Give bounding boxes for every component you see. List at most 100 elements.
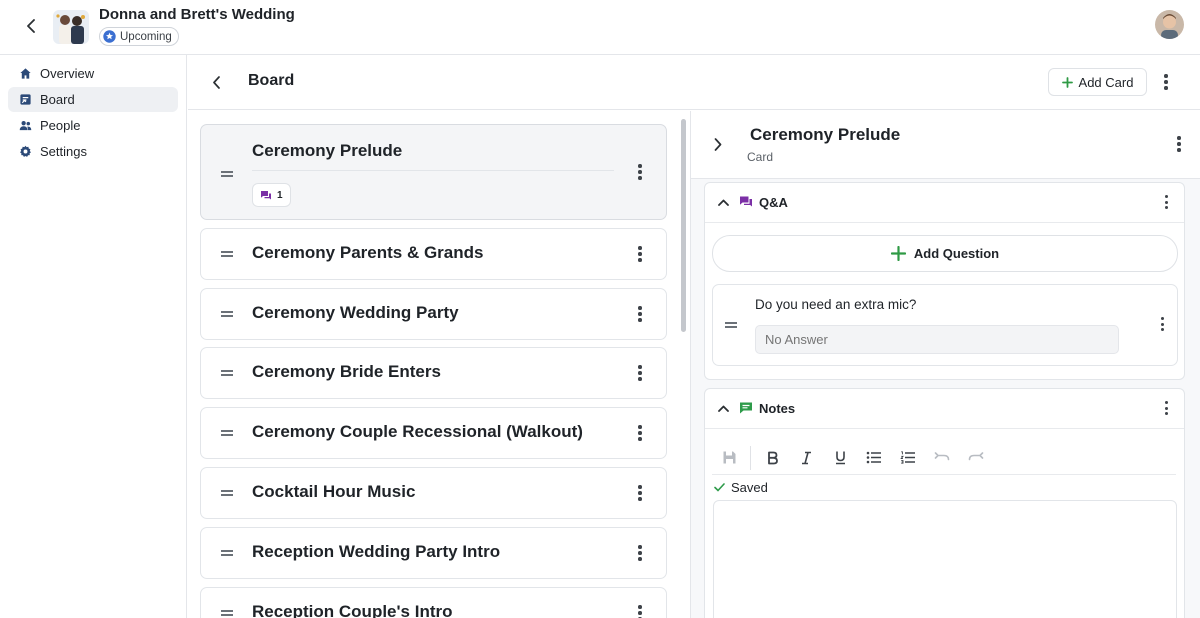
star-badge-icon [103,30,116,43]
numbered-list-icon [900,451,915,464]
chevron-up-icon [717,405,729,412]
card-ceremony-prelude[interactable]: Ceremony Prelude 1 [200,124,667,220]
save-button[interactable] [712,443,746,473]
qa-count: 1 [277,189,283,201]
sidebar: Overview Board People Settings [0,55,187,618]
event-title: Donna and Brett's Wedding [99,6,295,23]
notes-section-menu-button[interactable] [1160,399,1172,417]
add-question-label: Add Question [913,246,1000,261]
qa-section-menu-button[interactable] [1160,193,1172,211]
top-bar: Donna and Brett's Wedding Upcoming [0,0,1200,55]
drag-handle-icon[interactable] [221,490,233,496]
underline-button[interactable] [823,443,857,473]
italic-icon [801,451,811,464]
answer-input[interactable] [755,325,1119,354]
plus-icon [1061,76,1073,88]
people-icon [19,121,32,131]
sidebar-item-board[interactable]: Board [8,87,178,112]
gear-icon [20,145,31,157]
card-menu-button[interactable] [633,161,647,183]
add-card-button[interactable]: Add Card [1048,68,1147,96]
notes-section-title: Notes [759,401,796,416]
card-menu-button[interactable] [633,422,647,444]
card-title: Ceremony Couple Recessional (Walkout) [252,422,583,441]
sidebar-item-label: Board [40,92,75,107]
sidebar-item-label: Overview [40,66,95,81]
card-detail-panel: Ceremony Prelude Card Q&A Add Question D… [690,111,1200,618]
user-avatar[interactable] [1155,10,1184,39]
drag-handle-icon[interactable] [221,550,233,556]
card-title: Ceremony Bride Enters [252,362,441,381]
italic-button[interactable] [789,443,823,473]
undo-icon [934,452,950,461]
card-list: Ceremony Prelude 1 Ceremony Parents & Gr… [188,111,688,618]
drag-handle-icon[interactable] [221,610,233,616]
event-photo [53,10,89,44]
sidebar-item-overview[interactable]: Overview [8,61,178,86]
collapse-panel-button[interactable] [710,135,726,153]
panel-subtitle: Card [747,150,774,164]
card-title: Reception Wedding Party Intro [252,542,501,561]
card-reception-wedding-party-intro[interactable]: Reception Wedding Party Intro [200,527,667,579]
board-icon [20,94,31,105]
panel-menu-button[interactable] [1171,133,1187,155]
sidebar-item-settings[interactable]: Settings [8,139,178,164]
qa-section-header: Q&A [705,183,1184,223]
collapse-notes-button[interactable] [716,401,730,415]
notes-section: Notes Saved [704,388,1185,618]
card-menu-button[interactable] [633,303,647,325]
card-title: Ceremony Wedding Party [252,303,459,322]
card-ceremony-wedding-party[interactable]: Ceremony Wedding Party [200,288,667,340]
drag-handle-icon[interactable] [221,251,233,257]
board-back-button[interactable] [206,72,226,92]
notes-editor[interactable] [713,500,1177,618]
add-question-button[interactable]: Add Question [712,235,1178,272]
save-status: Saved [714,480,768,495]
card-menu-button[interactable] [633,243,647,265]
card-reception-couples-intro[interactable]: Reception Couple's Intro [200,587,667,618]
card-ceremony-parents-grands[interactable]: Ceremony Parents & Grands [200,228,667,280]
chevron-up-icon [717,199,729,206]
question-item: Do you need an extra mic? [712,284,1178,366]
card-list-scrollbar[interactable] [681,119,686,332]
card-ceremony-bride-enters[interactable]: Ceremony Bride Enters [200,347,667,399]
card-menu-button[interactable] [633,482,647,504]
question-menu-button[interactable] [1156,315,1168,333]
card-cocktail-hour-music[interactable]: Cocktail Hour Music [200,467,667,519]
page-title: Board [248,72,295,89]
qa-section: Q&A Add Question Do you need an extra mi… [704,182,1185,380]
chat-icon [261,190,271,199]
drag-handle-icon[interactable] [221,171,233,177]
back-button[interactable] [20,14,42,38]
drag-handle-icon[interactable] [221,430,233,436]
redo-button[interactable] [959,443,993,473]
drag-handle-icon[interactable] [221,370,233,376]
notes-section-header: Notes [705,389,1184,429]
sidebar-item-people[interactable]: People [8,113,178,138]
bold-button[interactable] [755,443,789,473]
chat-icon [740,196,752,207]
undo-button[interactable] [925,443,959,473]
qa-count-badge[interactable]: 1 [252,183,291,207]
numbered-list-button[interactable] [891,443,925,473]
underline-icon [835,451,845,465]
bullet-list-button[interactable] [857,443,891,473]
save-icon [723,451,735,464]
note-icon [740,402,752,414]
chevron-left-icon [27,19,35,33]
status-label: Upcoming [120,30,172,43]
collapse-qa-button[interactable] [716,195,730,209]
card-menu-button[interactable] [633,362,647,384]
sidebar-item-label: Settings [40,144,87,159]
card-menu-button[interactable] [633,542,647,564]
panel-title: Ceremony Prelude [750,125,901,144]
card-title: Ceremony Parents & Grands [252,243,484,262]
drag-handle-icon[interactable] [725,322,737,328]
save-status-label: Saved [731,480,768,495]
card-menu-button[interactable] [633,602,647,618]
drag-handle-icon[interactable] [221,311,233,317]
board-menu-button[interactable] [1156,69,1176,95]
card-ceremony-couple-recessional[interactable]: Ceremony Couple Recessional (Walkout) [200,407,667,459]
card-title: Ceremony Prelude [252,141,403,160]
sidebar-item-label: People [40,118,81,133]
